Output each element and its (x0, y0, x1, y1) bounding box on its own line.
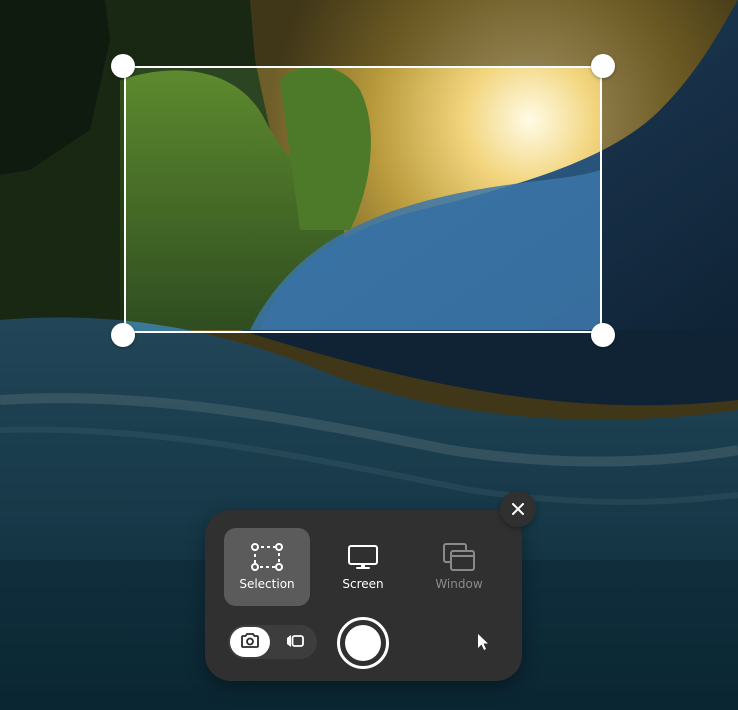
selection-area[interactable] (124, 66, 602, 333)
selection-mode-label: Selection (239, 577, 295, 591)
capture-button[interactable] (337, 617, 389, 669)
video-camera-icon (286, 633, 304, 652)
selection-icon (251, 542, 283, 572)
shutter-button (345, 625, 381, 661)
resize-handle-bottom-left[interactable] (111, 323, 135, 347)
resize-handle-top-left[interactable] (111, 54, 135, 78)
capture-type-toggle (228, 625, 317, 659)
screen-mode-label: Screen (342, 577, 384, 591)
window-icon (442, 542, 476, 572)
mouse-pointer-icon (476, 633, 490, 655)
screenshot-panel: Selection Screen Window (205, 510, 522, 681)
show-pointer-toggle[interactable] (467, 628, 499, 660)
resize-handle-bottom-right[interactable] (591, 323, 615, 347)
resize-handle-top-right[interactable] (591, 54, 615, 78)
screenshot-toggle[interactable] (230, 627, 270, 657)
close-icon (512, 500, 524, 519)
close-button[interactable] (500, 491, 536, 527)
camera-icon (241, 632, 259, 652)
screen-mode-button[interactable]: Screen (320, 528, 406, 606)
window-mode-button[interactable]: Window (416, 528, 502, 606)
window-mode-label: Window (435, 577, 483, 591)
monitor-icon (347, 542, 379, 572)
selection-mode-button[interactable]: Selection (224, 528, 310, 606)
screencast-toggle[interactable] (275, 627, 315, 657)
